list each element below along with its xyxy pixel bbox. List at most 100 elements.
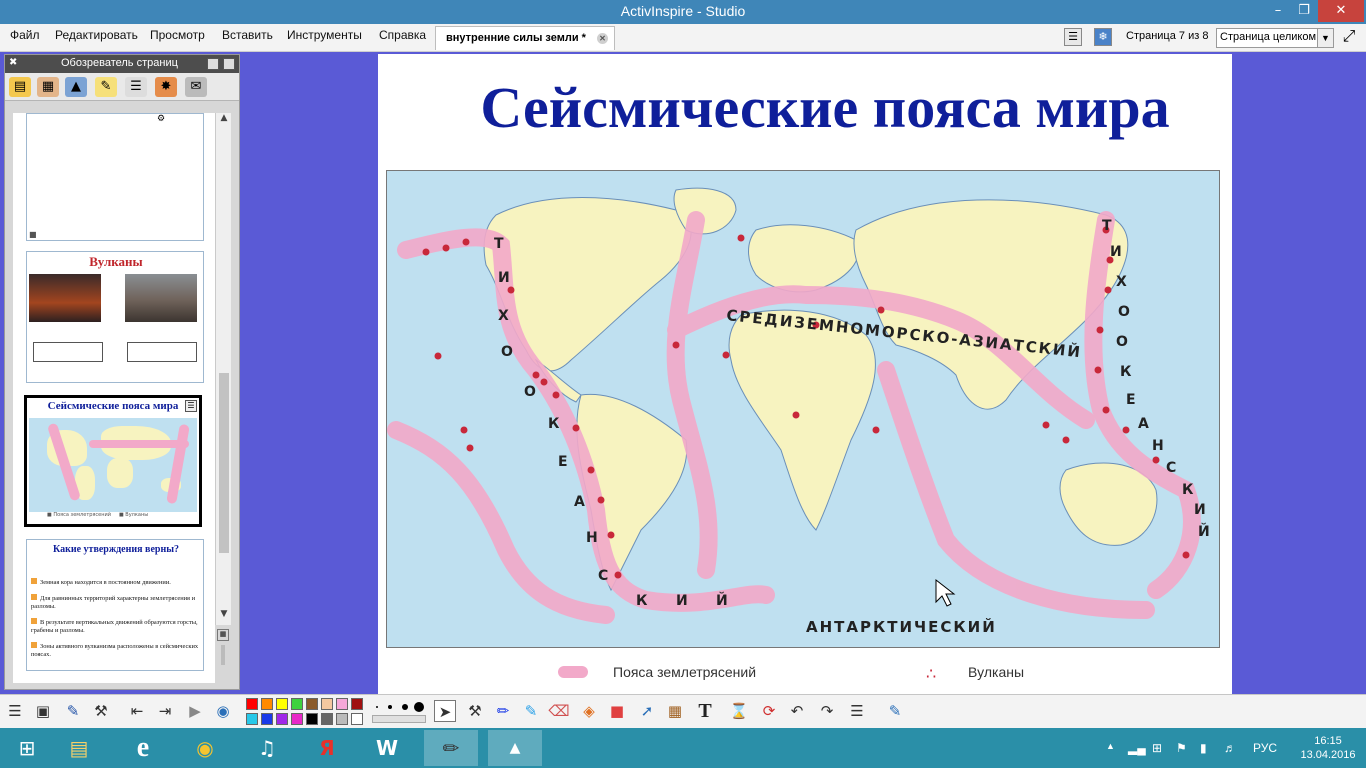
- page-notes-tool-icon[interactable]: ☰: [846, 700, 868, 722]
- pen-icon[interactable]: ✏: [492, 700, 514, 722]
- media-icon[interactable]: ▦: [664, 700, 686, 722]
- flag-icon[interactable]: ⚑: [1176, 741, 1187, 755]
- notes-browser-tab-icon[interactable]: ✎: [95, 77, 117, 97]
- color-swatch-gray[interactable]: [321, 713, 333, 725]
- color-swatch-red[interactable]: [246, 698, 258, 710]
- customize-toolbar-icon[interactable]: ✎: [884, 700, 906, 722]
- next-page-icon[interactable]: ⇥: [154, 700, 176, 722]
- object-browser-tab-icon[interactable]: ▲: [65, 77, 87, 97]
- actions-browser-tab-icon[interactable]: ✸: [155, 77, 177, 97]
- start-icon[interactable]: ⊞: [0, 730, 54, 766]
- tools-icon[interactable]: ⚒: [464, 700, 486, 722]
- fullscreen-icon[interactable]: ⤢: [1340, 28, 1358, 46]
- color-swatch-orange[interactable]: [261, 698, 273, 710]
- voting-browser-tab-icon[interactable]: ✉: [185, 77, 207, 97]
- color-swatch-pink[interactable]: [336, 698, 348, 710]
- globe-icon[interactable]: ◉: [212, 700, 234, 722]
- pen-width-selector[interactable]: [372, 699, 428, 725]
- snowflake-icon[interactable]: ❄: [1094, 28, 1112, 46]
- dashboard-icon[interactable]: ▣: [32, 700, 54, 722]
- previous-page-icon[interactable]: ⇤: [126, 700, 148, 722]
- reset-page-icon[interactable]: ⟳: [758, 700, 780, 722]
- restore-icon[interactable]: ❐: [1290, 0, 1318, 22]
- pin-icon[interactable]: [223, 58, 235, 70]
- scroll-up-icon[interactable]: ▲: [216, 113, 232, 127]
- browser-tabs: ▤ ▦ ▲ ✎ ☰ ✸ ✉: [5, 73, 239, 101]
- page-thumbnail-seismic[interactable]: Сейсмические пояса мира ☰ ■ Пояса землет…: [24, 395, 202, 527]
- map-label-letter: Н: [1152, 438, 1164, 454]
- menu-file[interactable]: Файл: [10, 28, 40, 42]
- volume-icon[interactable]: ♬: [1224, 741, 1236, 755]
- color-swatch-black[interactable]: [306, 713, 318, 725]
- network-signal-icon[interactable]: ▂▄: [1128, 741, 1146, 755]
- document-tab[interactable]: внутренние силы земли * ✕: [435, 26, 615, 50]
- close-icon[interactable]: ✕: [1318, 0, 1364, 22]
- language-indicator[interactable]: РУС: [1253, 741, 1277, 755]
- close-icon[interactable]: ✖: [9, 57, 17, 68]
- color-swatch-green[interactable]: [291, 698, 303, 710]
- page-notes-icon[interactable]: ☰: [1064, 28, 1082, 46]
- color-swatch-white[interactable]: [351, 713, 363, 725]
- color-swatch-peach[interactable]: [321, 698, 333, 710]
- shape-icon[interactable]: ■: [606, 700, 628, 722]
- fill-icon[interactable]: ◈: [578, 700, 600, 722]
- scroll-down-icon[interactable]: ▼: [216, 609, 232, 623]
- activinspire-second-window-icon[interactable]: ▲: [488, 730, 542, 766]
- zoom-select[interactable]: Страница целиком ▼: [1216, 28, 1334, 48]
- windows-icon[interactable]: ⊞: [1152, 741, 1162, 755]
- desktop-tools-icon[interactable]: ⚒: [90, 700, 112, 722]
- tray-expand-icon[interactable]: ▲: [1106, 741, 1115, 751]
- thumbnail-map: [29, 418, 197, 512]
- float-icon[interactable]: [207, 58, 219, 70]
- color-swatch-yellow[interactable]: [276, 698, 288, 710]
- battery-icon[interactable]: ▮: [1200, 741, 1207, 755]
- color-swatch-cyan[interactable]: [246, 713, 258, 725]
- page-browser-scrollbar[interactable]: ▲ ▼: [215, 113, 231, 625]
- file-explorer-icon[interactable]: ▤: [52, 730, 106, 766]
- menu-insert[interactable]: Вставить: [222, 28, 273, 42]
- yandex-browser-icon[interactable]: Я: [300, 730, 354, 766]
- menu-view[interactable]: Просмотр: [150, 28, 205, 42]
- page-thumbnail-volcanoes[interactable]: Вулканы: [26, 251, 204, 383]
- undo-icon[interactable]: ↶: [786, 700, 808, 722]
- zoom-slider[interactable]: [221, 645, 225, 665]
- color-swatch-lightgray[interactable]: [336, 713, 348, 725]
- scroll-thumb[interactable]: [219, 373, 229, 553]
- page-menu-icon[interactable]: ☰: [185, 400, 197, 412]
- menu-tools[interactable]: Инструменты: [287, 28, 362, 42]
- internet-explorer-icon[interactable]: e: [116, 730, 170, 766]
- page-thumbnail-6[interactable]: ⚙ ■: [26, 113, 204, 241]
- redo-icon[interactable]: ↷: [816, 700, 838, 722]
- eraser-icon[interactable]: ⌫: [548, 700, 570, 722]
- text-icon[interactable]: T: [694, 700, 716, 722]
- page-thumbnail-quiz[interactable]: Какие утверждения верны? Земная кора нах…: [26, 539, 204, 671]
- page-browser-tab-icon[interactable]: ▤: [9, 77, 31, 97]
- slide-title[interactable]: Сейсмические пояса мира: [378, 74, 1232, 141]
- activinspire-icon[interactable]: ✏: [424, 730, 478, 766]
- color-swatch-purple[interactable]: [276, 713, 288, 725]
- color-swatch-blue[interactable]: [261, 713, 273, 725]
- tab-close-icon[interactable]: ✕: [597, 33, 608, 44]
- grid-icon[interactable]: ▦: [217, 629, 229, 641]
- clear-icon[interactable]: ⌛: [728, 700, 750, 722]
- minimize-icon[interactable]: –: [1264, 0, 1292, 22]
- connector-icon[interactable]: ➚: [636, 700, 658, 722]
- chrome-icon[interactable]: ◉: [178, 730, 232, 766]
- desktop-annotate-icon[interactable]: ✎: [62, 700, 84, 722]
- resource-browser-tab-icon[interactable]: ▦: [37, 77, 59, 97]
- play-icon[interactable]: ▶: [184, 700, 206, 722]
- color-swatch-darkred[interactable]: [351, 698, 363, 710]
- color-swatch-brown[interactable]: [306, 698, 318, 710]
- select-pointer-icon[interactable]: ➤: [434, 700, 456, 722]
- pen-width-slider[interactable]: [372, 715, 426, 723]
- main-menu-icon[interactable]: ☰: [4, 700, 26, 722]
- seismic-map[interactable]: СРЕДИЗЕМНОМОРСКО-АЗИАТСКИЙ АНТАРКТИЧЕСКИ…: [386, 170, 1220, 648]
- word-icon[interactable]: W: [360, 730, 414, 766]
- audio-icon[interactable]: ♫: [240, 730, 294, 766]
- menu-help[interactable]: Справка: [379, 28, 426, 42]
- menu-edit[interactable]: Редактировать: [55, 28, 138, 42]
- color-swatch-magenta[interactable]: [291, 713, 303, 725]
- taskbar-clock[interactable]: 16:15 13.04.2016: [1298, 734, 1358, 762]
- properties-browser-tab-icon[interactable]: ☰: [125, 77, 147, 97]
- highlighter-icon[interactable]: ✎: [520, 700, 542, 722]
